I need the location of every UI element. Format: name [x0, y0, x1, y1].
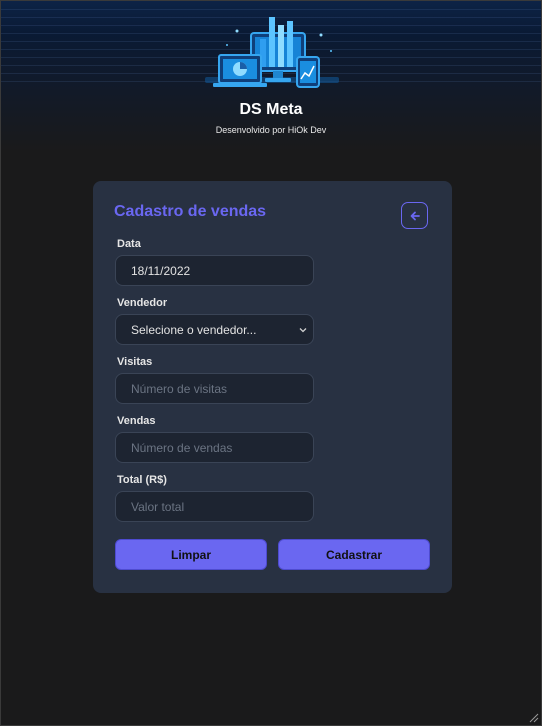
total-placeholder: Valor total — [131, 499, 185, 514]
visits-placeholder: Número de visitas — [131, 381, 228, 396]
back-button[interactable] — [401, 202, 428, 229]
visits-field[interactable]: Número de visitas — [115, 373, 314, 404]
submit-button[interactable]: Cadastrar — [278, 539, 430, 570]
form-title: Cadastro de vendas — [114, 203, 267, 220]
date-label: Data — [117, 238, 141, 250]
resize-handle-icon[interactable] — [527, 711, 539, 723]
date-value: 18/11/2022 — [131, 263, 191, 278]
visits-label: Visitas — [117, 356, 153, 368]
seller-label: Vendedor — [117, 297, 168, 309]
app-title: DS Meta — [239, 101, 303, 118]
arrow-left-icon — [410, 211, 420, 220]
sales-form-card: Cadastro de vendas Data 18/11/2022 Vende… — [93, 181, 452, 593]
app-subtitle: Desenvolvido por HiOk Dev — [215, 125, 327, 135]
dashboard-logo-icon — [205, 17, 339, 88]
seller-select-value: Selecione o vendedor... — [131, 322, 257, 337]
sales-placeholder: Número de vendas — [131, 440, 233, 455]
total-field[interactable]: Valor total — [115, 491, 314, 522]
chevron-down-icon — [299, 328, 307, 333]
sales-label: Vendas — [117, 415, 156, 427]
date-field[interactable]: 18/11/2022 — [115, 255, 314, 286]
total-label: Total (R$) — [117, 474, 167, 486]
seller-select[interactable]: Selecione o vendedor... — [115, 314, 314, 345]
clear-button[interactable]: Limpar — [115, 539, 267, 570]
sales-field[interactable]: Número de vendas — [115, 432, 314, 463]
